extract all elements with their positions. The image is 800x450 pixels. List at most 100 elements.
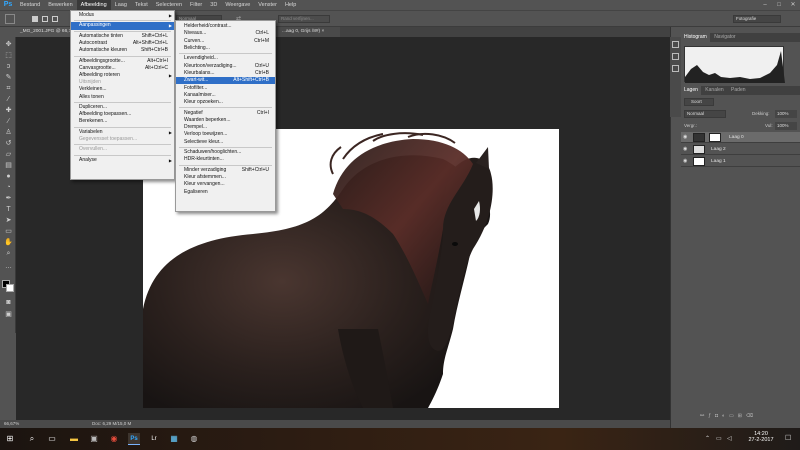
minimize-button[interactable]: – (758, 0, 772, 10)
layer-row-laag-1[interactable]: ◉ Laag 1 (681, 156, 800, 167)
menu-item-automatische-kleuren[interactable]: Automatische kleuren Shift+Ctrl+B (71, 47, 174, 54)
crop-tool-icon[interactable]: ⌗ (4, 85, 13, 93)
menu-item-minder-verzadiging[interactable]: Minder verzadiging Shift+Ctrl+U (176, 167, 275, 174)
clone-stamp-tool-icon[interactable]: ♙ (4, 129, 13, 137)
menu-item-drempel[interactable]: Drempel... (176, 124, 275, 131)
tool-preset-icon[interactable] (5, 14, 15, 24)
store-icon[interactable]: ▣ (88, 433, 100, 445)
subtract-selection-icon[interactable] (52, 16, 58, 22)
doc-size[interactable]: Doc: 6,29 M/15,0 M (92, 420, 131, 428)
delete-layer-icon[interactable]: ⌫ (746, 413, 757, 419)
menu-help[interactable]: Help (281, 0, 300, 10)
fx-icon[interactable]: ƒ (708, 413, 715, 419)
menu-item-belichting[interactable]: Belichting... (176, 45, 275, 52)
menu-item-levendigheid[interactable]: Levendigheid... (176, 55, 275, 62)
menu-item-waarden-beperken[interactable]: Waarden beperken... (176, 117, 275, 124)
eraser-tool-icon[interactable]: ▱ (4, 151, 13, 159)
tab-document-2[interactable]: ...aag 0, Grijs /8#) × (278, 27, 340, 37)
volume-icon[interactable]: ◁ (727, 435, 732, 442)
background-color-swatch[interactable] (6, 284, 14, 292)
menu-item-fotofilter[interactable]: Fotofilter... (176, 85, 275, 92)
link-layers-icon[interactable]: ⚯ (700, 413, 708, 419)
zoom-tool-icon[interactable]: ⌕ (4, 250, 13, 258)
visibility-eye-icon[interactable]: ◉ (683, 158, 689, 164)
menu-item-alles-tonen[interactable]: Alles tonen (71, 94, 174, 101)
task-view-icon[interactable]: ▭ (46, 433, 58, 445)
menu-item-autocontrast[interactable]: Autocontrast Alt+Shift+Ctrl+L (71, 40, 174, 47)
layer-filter-select[interactable]: Soort (684, 98, 714, 106)
new-selection-icon[interactable] (32, 16, 38, 22)
blend-mode-select[interactable]: Normaal (684, 110, 726, 118)
menu-tekst[interactable]: Tekst (131, 0, 152, 10)
menu-item-kleur-afstemmen[interactable]: Kleur afstemmen... (176, 174, 275, 181)
workspace-select[interactable]: Fotografie (733, 15, 781, 23)
adjustment-layer-icon[interactable]: ◐ (722, 413, 729, 419)
menu-venster[interactable]: Venster (254, 0, 281, 10)
more-tools-icon[interactable]: … (4, 263, 13, 271)
move-tool-icon[interactable]: ✥ (4, 41, 13, 49)
layer-mask-thumbnail[interactable] (709, 133, 721, 142)
menu-item-afbeelding-toepassen[interactable]: Afbeelding toepassen... (71, 111, 174, 118)
healing-tool-icon[interactable]: ✚ (4, 107, 13, 115)
menu-item-curven[interactable]: Curven... Ctrl+M (176, 38, 275, 45)
path-select-tool-icon[interactable]: ➤ (4, 217, 13, 225)
tab-histogram[interactable]: Histogram (681, 33, 710, 42)
menu-item-negatief[interactable]: Negatief Ctrl+I (176, 110, 275, 117)
menu-item-variabelen[interactable]: Variabelen ▶ (71, 129, 174, 136)
tab-document-1[interactable]: _MG_2001.JPG @ 66,7... (16, 27, 76, 37)
gradient-tool-icon[interactable]: ▤ (4, 162, 13, 170)
menu-item-afbeelding-roteren[interactable]: Afbeelding roteren ▶ (71, 72, 174, 79)
menu-bewerken[interactable]: Bewerken (44, 0, 76, 10)
menu-item-canvasgrootte[interactable]: Canvasgrootte... Alt+Ctrl+C (71, 65, 174, 72)
type-tool-icon[interactable]: T (4, 206, 13, 214)
menu-item-verloop-toewijzen[interactable]: Verloop toewijzen... (176, 131, 275, 138)
character-panel-icon[interactable] (672, 65, 679, 72)
menu-afbeelding[interactable]: Afbeelding (76, 0, 111, 10)
menu-item-analyse[interactable]: Analyse ▶ (71, 157, 174, 164)
network-icon[interactable]: ▭ (716, 435, 722, 442)
close-button[interactable]: ✕ (786, 0, 800, 10)
file-explorer-icon[interactable]: ▬ (68, 433, 80, 445)
chrome-icon[interactable]: ◉ (108, 433, 120, 445)
windows-start-icon[interactable]: ⊞ (4, 433, 16, 445)
menu-item-verkleinen[interactable]: Verkleinen... (71, 86, 174, 93)
menu-item-automatische-tinten[interactable]: Automatische tinten Shift+Ctrl+L (71, 33, 174, 40)
clock[interactable]: 14:20 27-2-2017 (741, 431, 781, 443)
layer-name[interactable]: Laag 1 (711, 156, 726, 167)
menu-item-kleurbalans[interactable]: Kleurbalans... Ctrl+B (176, 70, 275, 77)
dodge-tool-icon[interactable]: ◔ (4, 184, 13, 192)
history-panel-icon[interactable] (672, 41, 679, 48)
new-layer-icon[interactable]: ⊞ (738, 413, 746, 419)
lightroom-icon[interactable]: Lr (148, 433, 160, 445)
menu-item-niveaus[interactable]: Niveaus... Ctrl+L (176, 30, 275, 37)
screen-mode-icon[interactable]: ▣ (4, 311, 13, 319)
maximize-button[interactable]: □ (772, 0, 786, 10)
layer-row-laag-0[interactable]: ◉ Laag 0 (681, 132, 800, 143)
menu-item-berekenen[interactable]: Berekenen... (71, 118, 174, 125)
refine-edge-button[interactable]: Rand verfijnen... (278, 15, 330, 23)
brush-tool-icon[interactable]: ∕ (4, 118, 13, 126)
shape-tool-icon[interactable]: ▭ (4, 228, 13, 236)
fill-input[interactable]: 100% (775, 122, 797, 130)
menu-bestand[interactable]: Bestand (16, 0, 44, 10)
menu-item-dupliceren[interactable]: Dupliceren... (71, 104, 174, 111)
add-selection-icon[interactable] (42, 16, 48, 22)
layer-row-laag-2[interactable]: ◉ Laag 2 (681, 144, 800, 155)
layer-name[interactable]: Laag 2 (711, 144, 726, 155)
photoshop-taskbar-icon[interactable]: Ps (128, 433, 140, 445)
tray-arrow-icon[interactable]: ⌃ (705, 435, 710, 442)
visibility-eye-icon[interactable]: ◉ (683, 134, 689, 140)
layer-name[interactable]: Laag 0 (729, 132, 744, 143)
properties-panel-icon[interactable] (672, 53, 679, 60)
opacity-input[interactable]: 100% (775, 110, 797, 118)
menu-item-kanaalmixer[interactable]: Kanaalmixer... (176, 92, 275, 99)
visibility-eye-icon[interactable]: ◉ (683, 146, 689, 152)
marquee-tool-icon[interactable]: ⬚ (4, 52, 13, 60)
menu-3d[interactable]: 3D (206, 0, 221, 10)
menu-item-egaliseren[interactable]: Egaliseren (176, 189, 275, 196)
group-icon[interactable]: ▭ (729, 413, 738, 419)
menu-item-helderheid-contrast[interactable]: Helderheid/contrast... (176, 23, 275, 30)
tab-lagen[interactable]: Lagen (681, 86, 701, 95)
menu-item-aanpassingen[interactable]: Aanpassingen ▶ (71, 22, 174, 30)
hand-tool-icon[interactable]: ✋ (4, 239, 13, 247)
